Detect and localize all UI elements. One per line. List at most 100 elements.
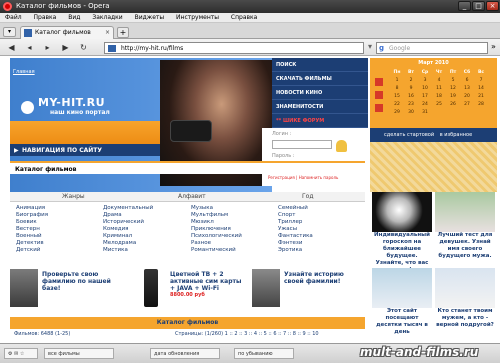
forward-icon[interactable]: ▸ xyxy=(42,42,53,53)
calendar-day[interactable]: 15 xyxy=(390,94,404,99)
side-ad-test[interactable]: Лучший тест для девушек. Узнай имя своег… xyxy=(435,192,495,260)
close-tab-icon[interactable]: × xyxy=(105,29,110,36)
calendar-day[interactable]: 31 xyxy=(418,110,432,115)
genre-link[interactable]: Мультфильм xyxy=(191,212,278,219)
calendar-day[interactable]: 19 xyxy=(446,94,460,99)
calendar-day[interactable]: 17 xyxy=(418,94,432,99)
genre-link[interactable]: Драма xyxy=(103,212,190,219)
menu-help[interactable]: Справка xyxy=(226,13,262,21)
genre-link[interactable]: Детский xyxy=(16,247,103,254)
maximize-button[interactable]: □ xyxy=(472,1,485,11)
menu-search[interactable]: ПОИСК xyxy=(272,58,368,72)
search-input[interactable]: g Google xyxy=(376,42,488,54)
genre-link[interactable]: Комедия xyxy=(103,226,190,233)
calendar-day[interactable]: 4 xyxy=(432,78,446,83)
menu-widgets[interactable]: Виджеты xyxy=(130,13,170,21)
genre-link[interactable]: Военный xyxy=(16,233,103,240)
new-tab-button[interactable]: + xyxy=(117,27,129,38)
genre-link[interactable]: Мистика xyxy=(103,247,190,254)
side-ad-husband[interactable]: Кто станет твоим мужем, а кто - верной п… xyxy=(435,268,495,329)
genre-link[interactable]: Криминал xyxy=(103,233,190,240)
calendar-day[interactable]: 25 xyxy=(432,102,446,107)
menu-news[interactable]: НОВОСТИ КИНО xyxy=(272,86,368,100)
genre-link[interactable]: Боевик xyxy=(16,219,103,226)
reload-icon[interactable]: ↻ xyxy=(78,42,89,53)
calendar-day[interactable]: 7 xyxy=(474,78,488,83)
menu-celebrities[interactable]: ЗНАМЕНИТОСТИ xyxy=(272,100,368,114)
menu-forum[interactable]: ** ШИКЕ ФОРУМ xyxy=(272,114,368,128)
select-order[interactable]: по убыванию xyxy=(234,348,294,359)
calendar-day[interactable]: 28 xyxy=(474,102,488,107)
calendar-day[interactable]: 1 xyxy=(390,78,404,83)
tab-genres[interactable]: Жанры xyxy=(62,193,85,200)
calendar-day[interactable]: 27 xyxy=(460,102,474,107)
ad-surname[interactable]: Проверьте свою фамилию по нашей базе! xyxy=(10,265,130,315)
calendar-day[interactable]: 12 xyxy=(446,86,460,91)
favorites-link[interactable]: в избранное xyxy=(440,132,472,138)
genre-link[interactable]: Романтический xyxy=(191,247,278,254)
calendar-day[interactable]: 3 xyxy=(418,78,432,83)
menu-tools[interactable]: Инструменты xyxy=(171,13,224,21)
genre-link[interactable]: Детектив xyxy=(16,240,103,247)
calendar-day[interactable]: 9 xyxy=(404,86,418,91)
calendar-day[interactable]: 2 xyxy=(404,78,418,83)
calendar-day[interactable]: 24 xyxy=(418,102,432,107)
calendar-day[interactable]: 30 xyxy=(404,110,418,115)
calendar-day[interactable]: 10 xyxy=(418,86,432,91)
side-ad-horoscope[interactable]: Индивидуальный гороскоп на ближайшее буд… xyxy=(372,192,432,274)
minimize-button[interactable]: _ xyxy=(458,1,471,11)
calendar-day[interactable]: 18 xyxy=(432,94,446,99)
site-navigation-strip[interactable]: ▶ НАВИГАЦИЯ ПО САЙТУ xyxy=(10,144,160,156)
calendar-day[interactable]: 14 xyxy=(474,86,488,91)
genre-link[interactable]: Фэнтези xyxy=(278,240,365,247)
address-bar[interactable]: http://my-hit.ru/films xyxy=(104,42,463,54)
calendar-day[interactable]: 11 xyxy=(432,86,446,91)
make-start-link[interactable]: сделать стартовой xyxy=(384,132,434,138)
menu-edit[interactable]: Правка xyxy=(29,13,62,21)
calendar-day[interactable]: 6 xyxy=(460,78,474,83)
calendar-day[interactable]: 5 xyxy=(446,78,460,83)
pagination[interactable]: Страницы: (1/260) 1 :: 2 :: 3 :: 4 :: 5 … xyxy=(175,331,319,337)
genre-link[interactable]: Эротика xyxy=(278,247,365,254)
register-link[interactable]: Регистрация | Напомнить пароль xyxy=(268,175,338,180)
status-buttons[interactable]: ⚙ ✉ ☆ xyxy=(4,348,38,359)
ad-family-history[interactable]: Узнайте историю своей фамилии! xyxy=(252,265,365,315)
genre-link[interactable]: Семейный xyxy=(278,205,365,212)
genre-link[interactable]: Биография xyxy=(16,212,103,219)
dropdown-arrow-icon[interactable]: ▾ xyxy=(368,42,372,51)
close-button[interactable]: × xyxy=(486,1,499,11)
genre-link[interactable]: Фантастика xyxy=(278,233,365,240)
calendar-day[interactable]: 13 xyxy=(460,86,474,91)
menu-download[interactable]: СКАЧАТЬ ФИЛЬМЫ xyxy=(272,72,368,86)
tab-alphabet[interactable]: Алфавит xyxy=(178,193,206,200)
site-logo[interactable]: MY-HIT.RU xyxy=(38,96,105,109)
genre-link[interactable]: Мелодрама xyxy=(103,240,190,247)
side-ad-site[interactable]: Этот сайт посещают десятки тысяч в день xyxy=(372,268,432,336)
login-input[interactable] xyxy=(272,140,332,149)
calendar-day[interactable]: 23 xyxy=(404,102,418,107)
genre-link[interactable]: Музыка xyxy=(191,205,278,212)
tab-catalog[interactable]: Каталог фильмов × xyxy=(20,26,114,39)
calendar-day[interactable]: 20 xyxy=(460,94,474,99)
menu-bookmarks[interactable]: Закладки xyxy=(87,13,127,21)
rewind-icon[interactable]: ◂ xyxy=(24,42,35,53)
genre-link[interactable]: Мюзикл xyxy=(191,219,278,226)
genre-link[interactable]: Приключения xyxy=(191,226,278,233)
genre-link[interactable]: Триллер xyxy=(278,219,365,226)
calendar-day[interactable]: 26 xyxy=(446,102,460,107)
genre-link[interactable]: Ужасы xyxy=(278,226,365,233)
fast-forward-icon[interactable]: ▶ xyxy=(60,42,71,53)
genre-link[interactable]: Разное xyxy=(191,240,278,247)
opera-logo-icon[interactable] xyxy=(3,2,12,11)
genre-link[interactable]: Документальный xyxy=(103,205,190,212)
calendar-day[interactable]: 16 xyxy=(404,94,418,99)
calendar-day[interactable]: 29 xyxy=(390,110,404,115)
genre-link[interactable]: Психологический xyxy=(191,233,278,240)
calendar-day[interactable]: 8 xyxy=(390,86,404,91)
home-link[interactable]: Главная xyxy=(13,69,35,75)
select-films[interactable]: все фильмы xyxy=(44,348,114,359)
select-sort[interactable]: дата обновления xyxy=(150,348,220,359)
genre-link[interactable]: Вестерн xyxy=(16,226,103,233)
genre-link[interactable]: Спорт xyxy=(278,212,365,219)
genre-link[interactable]: Исторический xyxy=(103,219,190,226)
